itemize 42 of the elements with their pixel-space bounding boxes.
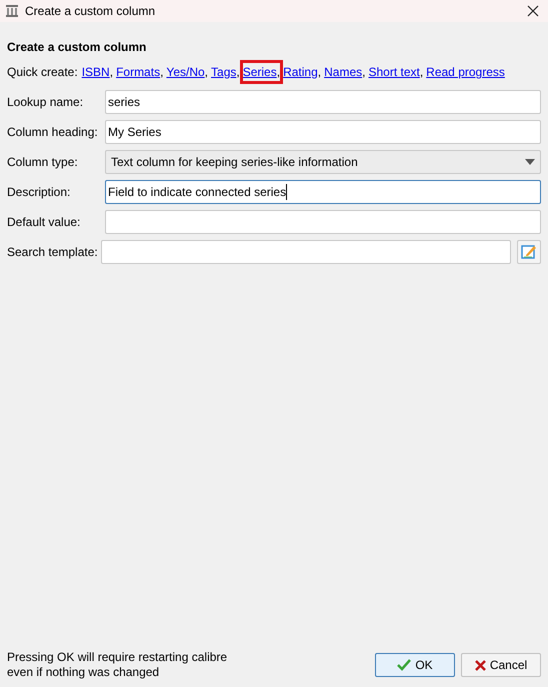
field-label: Default value: (7, 214, 82, 231)
field-label: Search template: (7, 244, 99, 261)
quick-create-link[interactable]: Yes/No (166, 63, 205, 81)
cross-icon (474, 660, 486, 670)
quick-create-link[interactable]: ISBN (82, 63, 110, 81)
separator-text: , (362, 64, 366, 81)
input-field[interactable] (105, 210, 541, 234)
window-title: Create a custom column (25, 3, 156, 20)
edit-icon (521, 244, 537, 260)
edit-template-button[interactable] (517, 240, 541, 264)
dialog-heading: Create a custom column (7, 39, 148, 56)
separator-text: , (318, 64, 322, 81)
input-field[interactable] (101, 240, 511, 264)
column-type-dropdown[interactable]: Text column for keeping series-like information (105, 150, 541, 174)
quick-create-link[interactable]: Rating (283, 63, 318, 81)
separator-text: , (204, 64, 208, 81)
quick-create-link[interactable]: Names (324, 63, 362, 81)
field-label: Lookup name: (7, 94, 84, 111)
field-label: Column heading: (7, 124, 99, 141)
input-field[interactable]: My Series (105, 120, 541, 144)
separator-text: , (236, 64, 240, 81)
caret-icon (525, 159, 535, 165)
input-field[interactable]: series (105, 90, 541, 114)
separator-text: , (420, 64, 424, 81)
field-label: Description: (7, 184, 72, 201)
cancel-button[interactable]: Cancel (461, 653, 541, 677)
quick-create-label: Quick create: (7, 64, 78, 81)
footer-note: Pressing OK will require restarting calibre even if nothing was changed (7, 650, 228, 680)
close-icon[interactable] (527, 5, 539, 17)
columns-icon (5, 4, 19, 18)
quick-create-link[interactable]: Read progress (426, 63, 505, 81)
separator-text: , (110, 64, 114, 81)
quick-create-link[interactable]: Formats (116, 63, 160, 81)
field-label: Column type: (7, 154, 79, 171)
quick-create-link[interactable]: Tags (211, 63, 236, 81)
separator-text: , (160, 64, 164, 81)
separator-text: , (276, 64, 280, 81)
quick-create-link[interactable]: Series (242, 63, 277, 81)
checkmark-icon (397, 659, 412, 671)
quick-create-link[interactable]: Short text (368, 63, 420, 81)
input-field[interactable]: Field to indicate connected series (105, 180, 541, 204)
ok-button[interactable]: OK (375, 653, 455, 677)
